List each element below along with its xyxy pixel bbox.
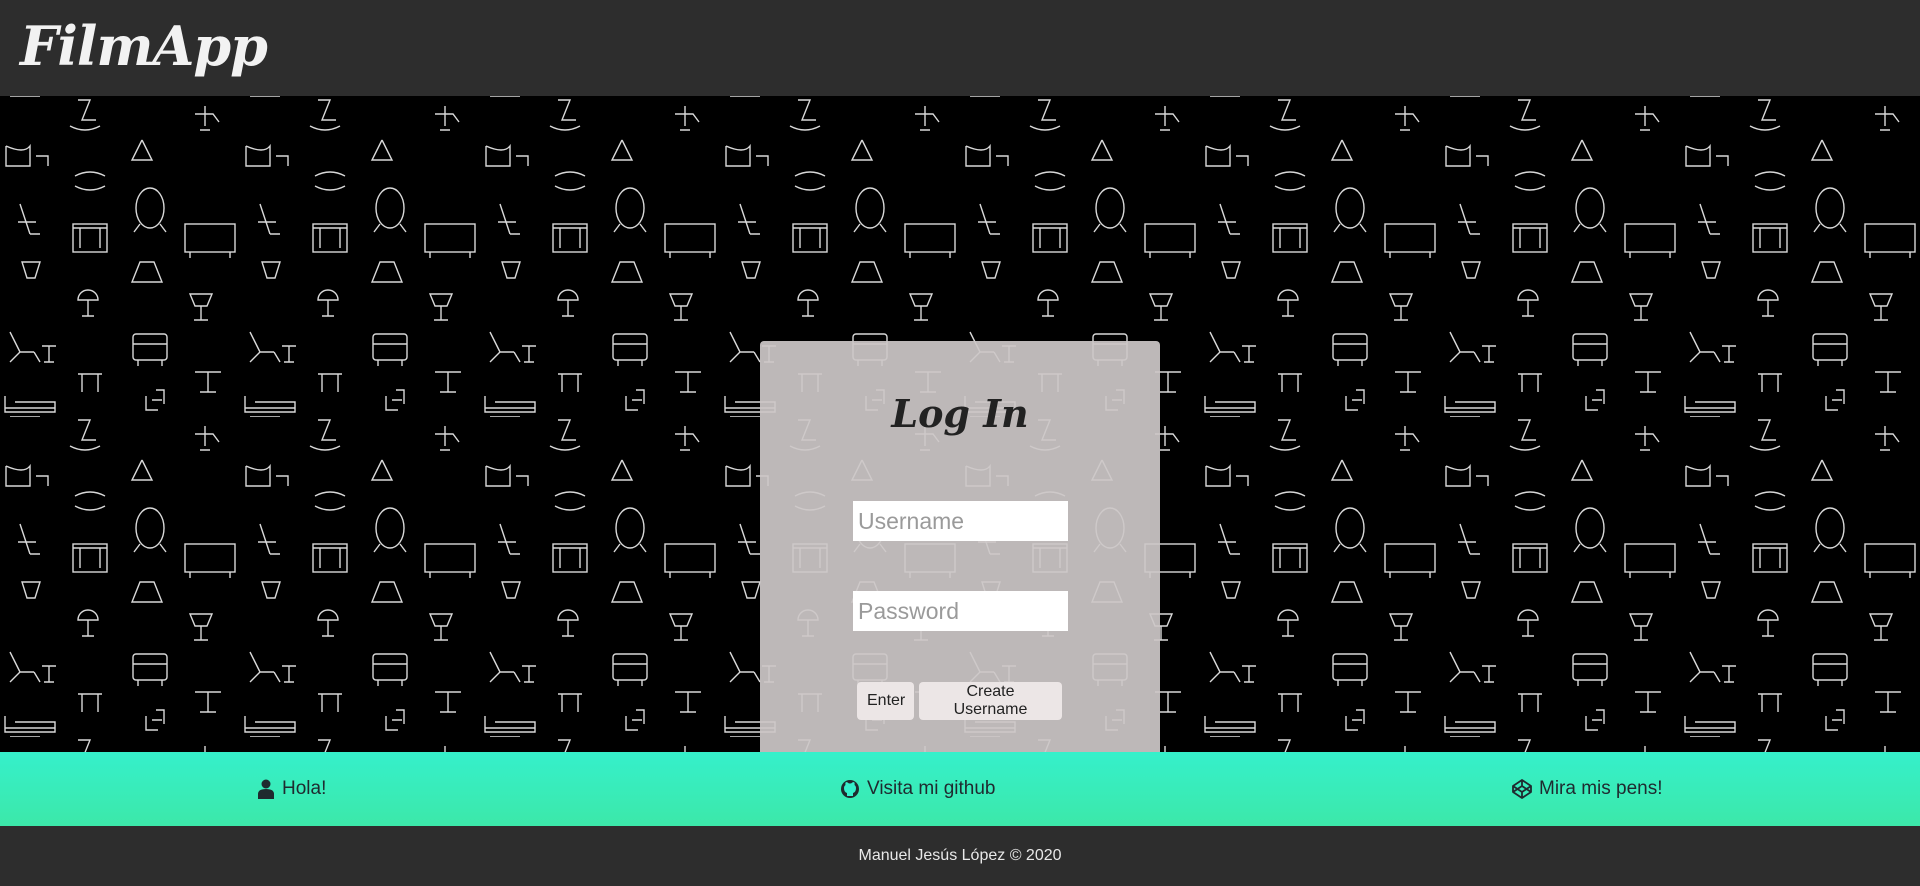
login-title: Log In: [891, 391, 1029, 436]
pens-link[interactable]: Mira mis pens!: [1512, 752, 1663, 826]
user-icon: [258, 779, 274, 799]
password-input[interactable]: [853, 591, 1068, 631]
github-icon: [841, 780, 859, 798]
hola-link[interactable]: Hola!: [257, 752, 326, 826]
hola-label: Hola!: [282, 778, 327, 799]
login-card: Log In Enter Create Username: [760, 341, 1160, 752]
enter-button[interactable]: Enter: [857, 682, 914, 720]
username-input[interactable]: [853, 501, 1068, 541]
hero-section: Log In Enter Create Username: [0, 96, 1920, 752]
top-header: FilmApp: [0, 0, 1920, 96]
pens-label: Mira mis pens!: [1539, 778, 1663, 799]
app-logo[interactable]: FilmApp: [20, 14, 268, 78]
links-bar: Hola! Visita mi github Mira mis pens!: [0, 752, 1920, 826]
footer: Manuel Jesús López © 2020: [0, 826, 1920, 886]
footer-text: Manuel Jesús López © 2020: [858, 847, 1062, 864]
create-username-button[interactable]: Create Username: [919, 682, 1062, 720]
github-link[interactable]: Visita mi github: [840, 752, 996, 826]
codepen-icon: [1512, 779, 1532, 799]
github-label: Visita mi github: [867, 778, 996, 799]
